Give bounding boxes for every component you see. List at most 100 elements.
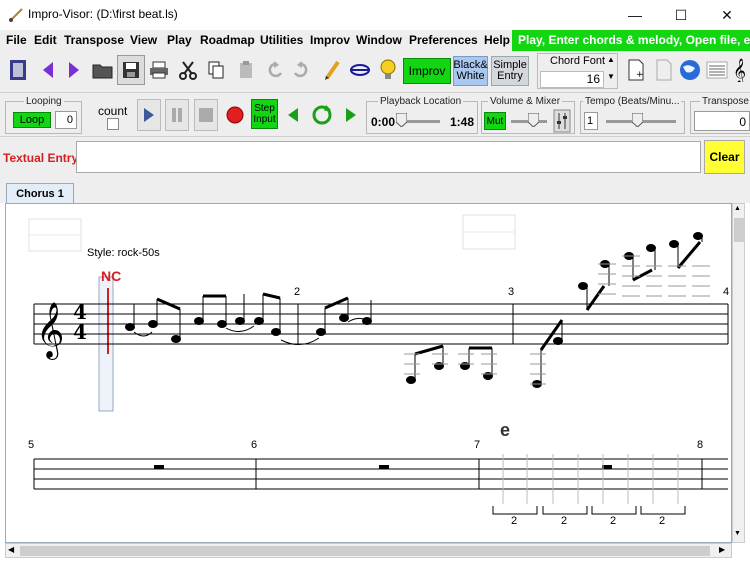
menu-play[interactable]: Play: [167, 33, 192, 47]
whole-rest: [154, 465, 164, 469]
loop-count-input[interactable]: 0: [55, 111, 77, 129]
menu-improv[interactable]: Improv: [310, 33, 350, 47]
notebook-icon[interactable]: [4, 55, 32, 85]
tuplet-brackets: [492, 506, 686, 515]
globe-icon[interactable]: [676, 55, 704, 85]
open-folder-icon[interactable]: [89, 55, 117, 85]
tab-row: [0, 177, 750, 203]
stop-icon[interactable]: [194, 99, 218, 131]
menu-roadmap[interactable]: Roadmap: [200, 33, 255, 47]
maximize-button[interactable]: ☐: [658, 0, 704, 30]
whole-rest: [379, 465, 389, 469]
bar-number-7: 7: [474, 439, 481, 451]
bar-number-3: 3: [508, 286, 515, 298]
style-label: Style: rock-50s: [87, 247, 160, 259]
menu-help[interactable]: Help: [484, 33, 510, 47]
bar-number-4: 4: [723, 286, 730, 298]
tuplet-number: 2: [659, 515, 666, 527]
bar-number-5: 5: [28, 439, 35, 451]
scroll-left-icon[interactable]: ◀: [8, 545, 14, 554]
menu-view[interactable]: View: [130, 33, 157, 47]
title-bar: Impro-Visor: (D:\first beat.ls) — ☐ ✕: [0, 0, 750, 30]
chord-nc[interactable]: NC: [101, 268, 121, 284]
pause-icon[interactable]: [165, 99, 189, 131]
horizontal-scrollbar[interactable]: ◀ ▶: [5, 543, 732, 558]
transpose-label: Transpose: [700, 96, 750, 107]
tempo-slider-thumb[interactable]: [631, 112, 644, 128]
transpose-input[interactable]: 0: [694, 111, 750, 131]
undo-icon[interactable]: [260, 55, 288, 85]
status-message: Play, Enter chords & melody, Open file, …: [512, 30, 750, 51]
lightbulb-icon[interactable]: [374, 55, 402, 85]
simple-entry-label-2: Entry: [497, 70, 523, 82]
vertical-scroll-thumb[interactable]: [734, 218, 744, 242]
menu-utilities[interactable]: Utilities: [260, 33, 303, 47]
tab-chorus-1[interactable]: Chorus 1: [6, 183, 74, 203]
score-panel[interactable]: 𝄞 Style: rock-50s NC e 4 4 2 3 4 5 6 7 8…: [5, 203, 732, 543]
pencil-icon[interactable]: [318, 55, 346, 85]
tempo-input[interactable]: 1: [584, 112, 598, 130]
volume-slider-thumb[interactable]: [527, 112, 540, 128]
redo-icon[interactable]: [288, 55, 316, 85]
print-icon[interactable]: [145, 55, 173, 85]
mute-button[interactable]: Mut: [484, 112, 506, 130]
paste-icon[interactable]: [232, 55, 260, 85]
black-white-button[interactable]: Black& White: [453, 56, 488, 86]
count-label: count: [98, 104, 128, 118]
chord-font-up-icon[interactable]: ▲: [605, 55, 617, 71]
tuplet-number: 2: [610, 515, 617, 527]
textual-entry-row: Textual Entry Clear: [0, 137, 750, 177]
clear-button[interactable]: Clear: [704, 140, 745, 174]
time-current: 0:00: [371, 115, 396, 129]
textual-entry-label: Textual Entry: [3, 151, 79, 165]
treble-clef-icon[interactable]: 𝄞: [730, 55, 750, 85]
loop-cycle-icon[interactable]: [308, 99, 336, 131]
tempo-label: Tempo (Beats/Minu...: [583, 96, 682, 107]
rewind-green-icon[interactable]: [281, 99, 305, 131]
new-page-icon[interactable]: +: [622, 55, 650, 85]
sheet-music-icon[interactable]: [703, 55, 731, 85]
playback-location-label: Playback Location: [378, 96, 464, 107]
menu-edit[interactable]: Edit: [34, 33, 57, 47]
scroll-down-icon[interactable]: ▼: [734, 530, 741, 537]
black-white-label-2: White: [456, 70, 485, 82]
forward-green-icon[interactable]: [339, 99, 363, 131]
record-icon[interactable]: [222, 99, 248, 131]
note-entry-icon[interactable]: [346, 55, 374, 85]
horizontal-scroll-thumb[interactable]: [20, 546, 710, 556]
treble-clef: 𝄞: [36, 302, 64, 360]
vertical-scrollbar[interactable]: ▲ ▼: [732, 203, 745, 543]
count-checkbox[interactable]: [107, 118, 119, 130]
scroll-right-icon[interactable]: ▶: [719, 545, 725, 554]
simple-entry-button[interactable]: Simple Entry: [491, 56, 529, 86]
tuplet-number: 2: [561, 515, 568, 527]
svg-text:+: +: [636, 70, 644, 80]
mixer-icon[interactable]: [553, 109, 571, 133]
step-input-button[interactable]: Step Input: [251, 99, 278, 129]
step-input-label-1: Step: [254, 103, 275, 114]
app-icon: [8, 7, 24, 26]
textual-entry-input[interactable]: [76, 141, 701, 173]
ties: [133, 317, 367, 345]
play-icon[interactable]: [137, 99, 161, 131]
minimize-button[interactable]: —: [612, 0, 658, 30]
scroll-up-icon[interactable]: ▲: [734, 205, 741, 212]
cut-icon[interactable]: [174, 55, 202, 85]
copy-icon[interactable]: [202, 55, 230, 85]
menu-window[interactable]: Window: [356, 33, 402, 47]
menu-preferences[interactable]: Preferences: [409, 33, 478, 47]
page-gray-icon[interactable]: [650, 55, 678, 85]
menu-file[interactable]: File: [6, 33, 27, 47]
loop-button[interactable]: Loop: [13, 112, 51, 128]
chord-e[interactable]: e: [500, 420, 510, 441]
menu-transpose[interactable]: Transpose: [64, 33, 124, 47]
chord-font-input[interactable]: 16: [540, 71, 604, 88]
previous-arrow-icon[interactable]: [34, 55, 62, 85]
close-button[interactable]: ✕: [704, 0, 750, 30]
improv-button[interactable]: Improv: [403, 58, 451, 84]
chord-font-down-icon[interactable]: ▼: [605, 72, 617, 88]
next-arrow-icon[interactable]: [60, 55, 88, 85]
save-icon[interactable]: [117, 55, 145, 85]
playback-slider-thumb[interactable]: [395, 112, 408, 128]
main-toolbar: Improv Black& White Simple Entry Chord F…: [0, 51, 750, 93]
